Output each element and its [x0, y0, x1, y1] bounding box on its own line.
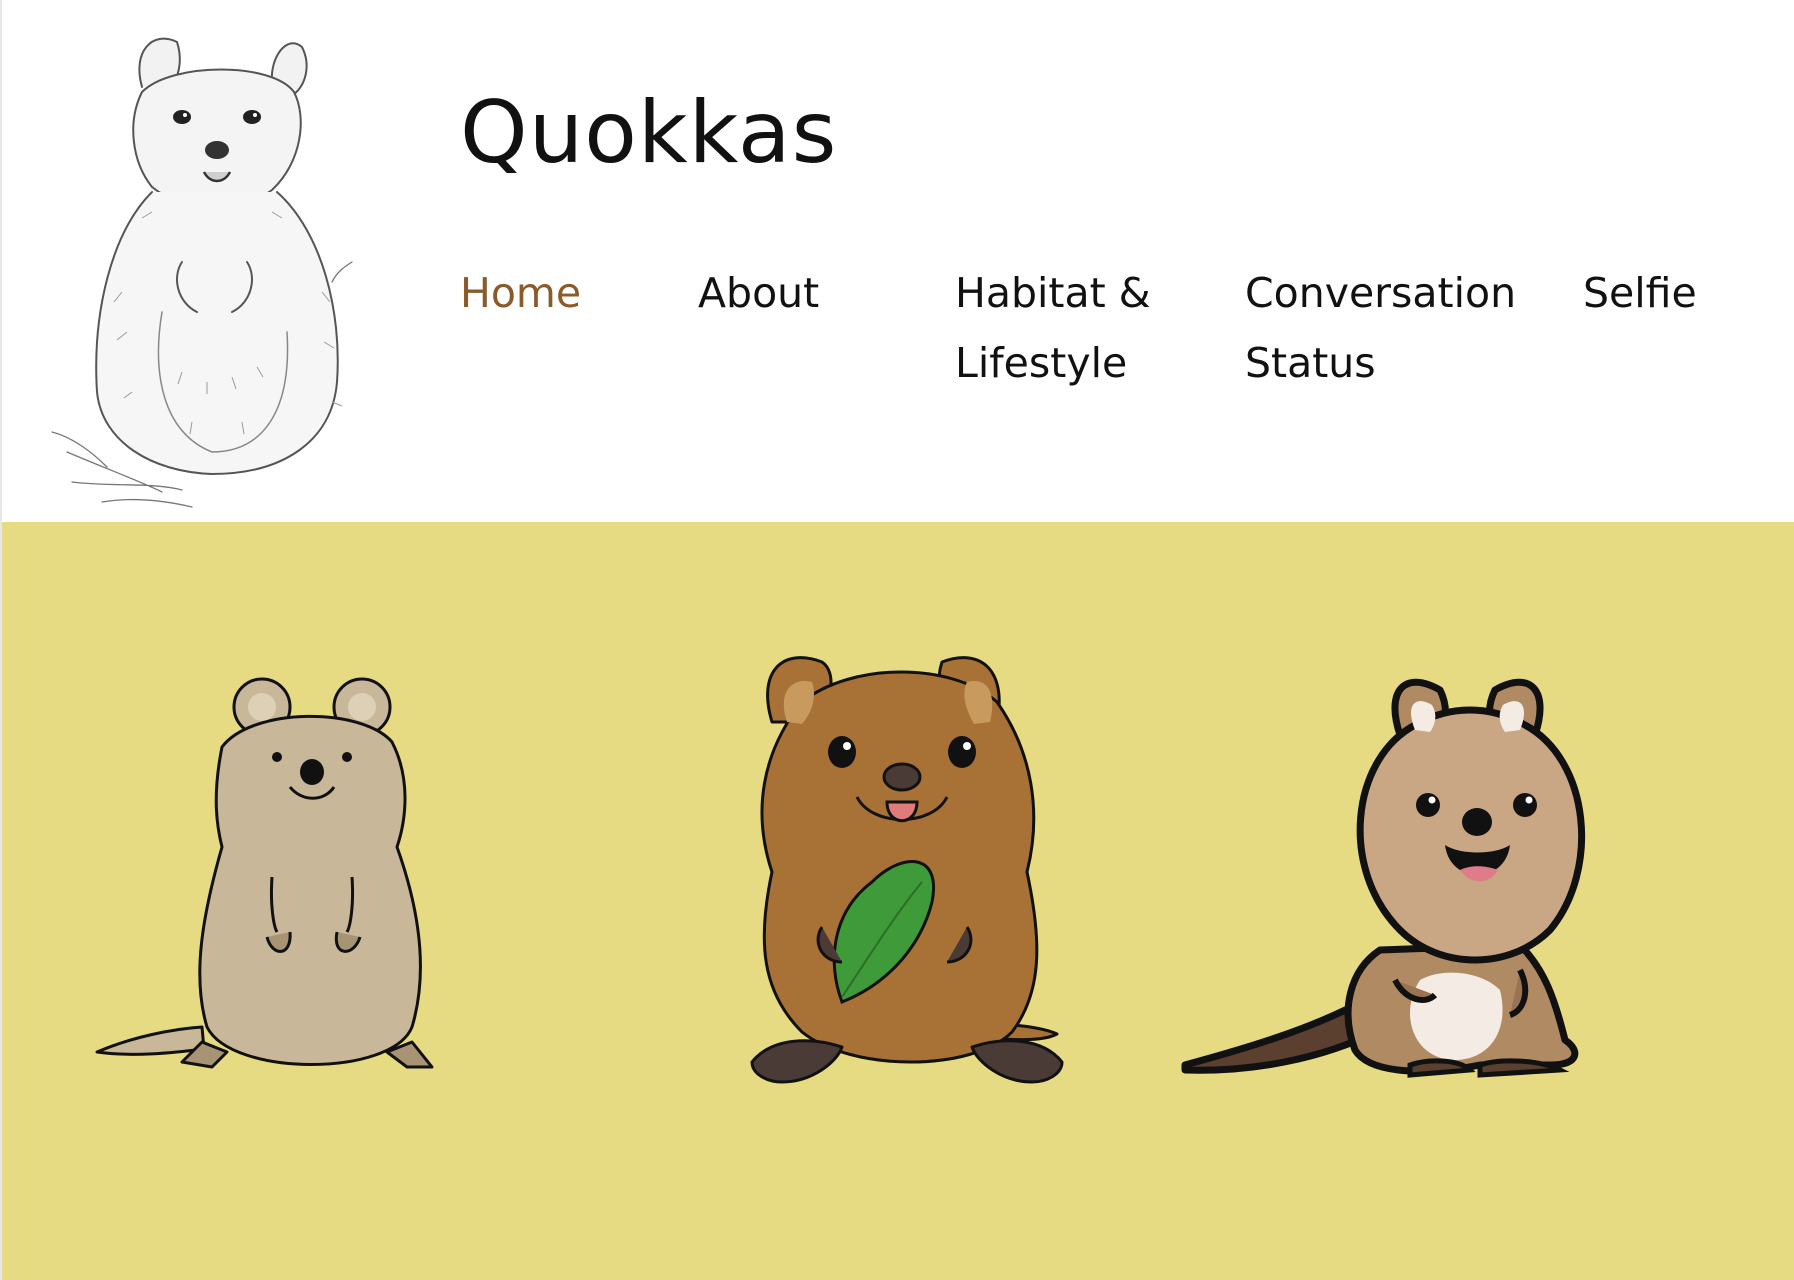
quokka-cartoon-beige: [92, 657, 452, 1097]
quokka-cartoon-happy: [1180, 670, 1600, 1090]
nav-selfie[interactable]: Selfie: [1583, 258, 1723, 328]
nav-habitat-lifestyle[interactable]: Habitat & Lifestyle: [955, 258, 1165, 398]
nav-conservation-status[interactable]: Conversation Status: [1245, 258, 1516, 398]
site-title: Quokkas: [460, 83, 838, 183]
nav-home[interactable]: Home: [460, 258, 640, 328]
quokka-sketch-logo[interactable]: [32, 12, 362, 517]
main-nav: Home About Habitat & Lifestyle Conversat…: [460, 258, 1760, 418]
hero-banner: [0, 522, 1794, 1280]
site-header: Quokkas Home About Habitat & Lifestyle C…: [0, 0, 1794, 522]
quokka-cartoon-leaf: [742, 642, 1072, 1102]
nav-about[interactable]: About: [698, 258, 878, 328]
